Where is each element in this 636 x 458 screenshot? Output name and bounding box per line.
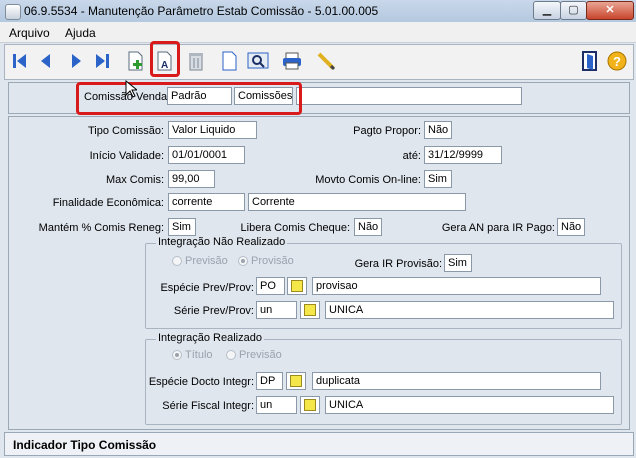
status-text: Indicador Tipo Comissão xyxy=(13,438,157,452)
tipo-comissao-field[interactable]: Valor Liquido xyxy=(168,121,257,139)
especie-docto-zoom-button[interactable] xyxy=(286,372,306,390)
gera-an-label: Gera AN para IR Pago: xyxy=(441,222,555,234)
gera-ir-label: Gera IR Provisão: xyxy=(354,258,442,270)
radio-empty-icon xyxy=(226,350,236,360)
radio-previsao-r-label: Previsão xyxy=(239,349,282,361)
radio-empty-icon xyxy=(172,256,182,266)
radio-previsao-nr[interactable]: Previsão xyxy=(172,255,228,267)
mouse-cursor-icon xyxy=(125,80,137,98)
header-highlight xyxy=(76,82,302,115)
delete-button[interactable] xyxy=(185,50,207,72)
radio-titulo-r[interactable]: Título xyxy=(172,349,213,361)
last-record-button[interactable] xyxy=(91,50,113,72)
finalidade-code-field[interactable]: corrente xyxy=(168,193,245,211)
radio-selected-icon xyxy=(238,256,248,266)
title-bar: 06.9.5534 - Manutenção Parâmetro Estab C… xyxy=(0,0,636,22)
serie-prev-desc-field[interactable]: UNICA xyxy=(325,301,614,319)
add-icon xyxy=(128,51,143,71)
svg-text:?: ? xyxy=(613,54,621,69)
print-button[interactable] xyxy=(281,50,303,72)
add-button[interactable] xyxy=(125,50,147,72)
ate-field[interactable]: 31/12/9999 xyxy=(424,146,502,164)
serie-prev-zoom-button[interactable] xyxy=(300,301,320,319)
pencil-icon xyxy=(317,52,336,71)
serie-fiscal-desc-field[interactable]: UNICA xyxy=(325,396,614,414)
menu-ajuda[interactable]: Ajuda xyxy=(65,26,96,40)
mantem-comis-field[interactable]: Sim xyxy=(168,218,196,236)
especie-prev-label: Espécie Prev/Prov: xyxy=(160,282,254,294)
movto-comis-label: Movto Comis On-line: xyxy=(315,174,421,186)
movto-comis-field[interactable]: Sim xyxy=(424,170,452,188)
pencil-button[interactable] xyxy=(315,50,337,72)
especie-docto-code-field[interactable]: DP xyxy=(256,372,283,390)
gera-ir-field[interactable]: Sim xyxy=(444,254,472,272)
especie-prev-code-field[interactable]: PO xyxy=(256,277,285,295)
app-icon xyxy=(5,4,21,20)
serie-prev-code-field[interactable]: un xyxy=(256,301,297,319)
max-comis-field[interactable]: 99,00 xyxy=(168,170,215,188)
document-icon xyxy=(222,51,237,71)
zoom-icon xyxy=(247,52,269,69)
toolbar: A ? xyxy=(4,41,634,80)
integracao-realizado-title: Integração Realizado xyxy=(156,332,264,344)
zoom-folder-icon xyxy=(290,375,302,387)
max-comis-label: Max Comis: xyxy=(105,174,164,186)
serie-fiscal-zoom-button[interactable] xyxy=(300,396,320,414)
radio-selected-icon xyxy=(172,350,182,360)
mantem-comis-label: Mantém % Comis Reneg: xyxy=(38,222,164,234)
close-button[interactable]: ✕ xyxy=(586,1,634,20)
especie-prev-desc-field[interactable]: provisao xyxy=(312,277,601,295)
next-record-button[interactable] xyxy=(65,50,87,72)
especie-docto-desc-field[interactable]: duplicata xyxy=(312,372,601,390)
help-button[interactable]: ? xyxy=(606,50,628,72)
serie-fiscal-code-field[interactable]: un xyxy=(256,396,297,414)
radio-previsao-nr-label: Previsão xyxy=(185,255,228,267)
next-icon xyxy=(72,54,81,68)
serie-fiscal-label: Série Fiscal Integr: xyxy=(162,400,254,412)
pagto-propor-label: Pagto Propor: xyxy=(353,125,421,137)
edit-highlight xyxy=(150,41,180,77)
print-icon xyxy=(283,52,301,70)
exit-icon xyxy=(582,51,597,71)
finalidade-label: Finalidade Econômica: xyxy=(52,197,164,209)
exit-button[interactable] xyxy=(579,50,601,72)
menu-bar: Arquivo Ajuda xyxy=(0,22,636,43)
last-icon xyxy=(96,54,109,68)
previous-record-button[interactable] xyxy=(35,50,57,72)
libera-comis-label: Libera Comis Cheque: xyxy=(240,222,350,234)
zoom-folder-icon xyxy=(304,399,316,411)
delete-icon xyxy=(189,53,203,71)
radio-provisao-nr-label: Provisão xyxy=(251,255,294,267)
tipo-comissao-label: Tipo Comissão: xyxy=(87,125,164,137)
libera-comis-field[interactable]: Não xyxy=(354,218,382,236)
radio-provisao-nr[interactable]: Provisão xyxy=(238,255,294,267)
first-icon xyxy=(13,54,26,68)
status-bar: Indicador Tipo Comissão xyxy=(4,432,634,456)
comissao-venda-extra-field[interactable] xyxy=(296,87,522,105)
pagto-propor-field[interactable]: Não xyxy=(424,121,452,139)
finalidade-desc-field[interactable]: Corrente xyxy=(248,193,466,211)
menu-arquivo[interactable]: Arquivo xyxy=(9,26,50,40)
zoom-folder-icon xyxy=(291,280,303,292)
maximize-button[interactable]: ▢ xyxy=(560,1,587,20)
inicio-validade-label: Início Validade: xyxy=(89,150,164,162)
gera-an-field[interactable]: Não xyxy=(557,218,585,236)
previous-icon xyxy=(41,54,50,68)
serie-prev-label: Série Prev/Prov: xyxy=(173,305,254,317)
first-record-button[interactable] xyxy=(9,50,31,72)
inicio-validade-field[interactable]: 01/01/0001 xyxy=(168,146,245,164)
especie-prev-zoom-button[interactable] xyxy=(287,277,307,295)
zoom-folder-icon xyxy=(304,304,316,316)
window-title: 06.9.5534 - Manutenção Parâmetro Estab C… xyxy=(24,4,379,18)
minimize-button[interactable]: ▁ xyxy=(533,1,561,20)
new-document-button[interactable] xyxy=(219,50,241,72)
radio-titulo-r-label: Título xyxy=(185,349,213,361)
help-icon: ? xyxy=(607,51,627,71)
integracao-nao-realizado-title: Integração Não Realizado xyxy=(156,236,288,248)
radio-previsao-r[interactable]: Previsão xyxy=(226,349,282,361)
ate-label: até: xyxy=(402,150,421,162)
especie-docto-label: Espécie Docto Integr: xyxy=(148,376,254,388)
zoom-button[interactable] xyxy=(247,50,269,72)
